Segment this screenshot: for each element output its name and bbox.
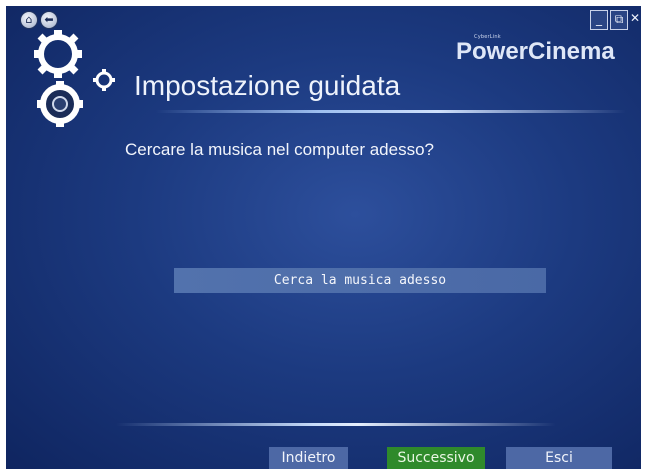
minimize-icon: _ <box>596 12 602 26</box>
wizard-window: ⌂ ⬅ _ ⧉ ✕ CyberLink PowerCinema Impostaz… <box>6 6 641 469</box>
close-button[interactable]: ✕ <box>630 10 640 28</box>
restore-button[interactable]: ⧉ <box>610 10 628 30</box>
gears-icon <box>34 30 115 127</box>
restore-icon: ⧉ <box>614 12 624 26</box>
next-button[interactable]: Successivo <box>387 447 485 469</box>
footer-divider <box>116 423 556 426</box>
back-button[interactable]: Indietro <box>269 447 348 469</box>
page-title: Impostazione guidata <box>134 70 401 101</box>
search-music-button[interactable]: Cerca la musica adesso <box>174 268 546 293</box>
close-icon: ✕ <box>630 11 641 25</box>
title-divider <box>156 110 626 113</box>
minimize-button[interactable]: _ <box>590 10 608 30</box>
brand-logo: PowerCinema <box>456 38 615 65</box>
question-text: Cercare la musica nel computer adesso? <box>125 140 434 159</box>
exit-button[interactable]: Esci <box>506 447 612 469</box>
